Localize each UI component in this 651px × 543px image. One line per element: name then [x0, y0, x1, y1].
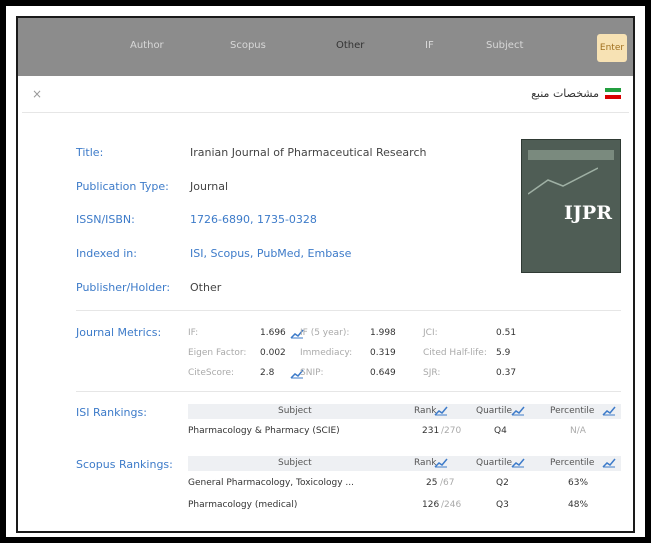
issn-label: ISSN/ISBN: [76, 213, 135, 226]
iran-flag-icon [605, 88, 621, 99]
isi-rank-total: /270 [441, 426, 462, 436]
toolbar-subject-select[interactable]: Subject [486, 40, 523, 51]
scopus-subject-1: General Pharmacology, Toxicology ... [188, 478, 354, 488]
isi-subject-header: Subject [278, 406, 312, 416]
toolbar-other[interactable]: Other [336, 40, 364, 51]
metric-value: 0.649 [370, 368, 396, 378]
metric-value: 0.51 [496, 328, 517, 338]
scopus-percentile-header[interactable]: Percentile [550, 458, 594, 468]
metric-value: 1.696 [260, 328, 286, 338]
scopus-subject-2: Pharmacology (medical) [188, 500, 298, 510]
metric-label: Eigen Factor: [188, 348, 247, 358]
metrics-label: Journal Metrics: [76, 326, 162, 339]
isi-percentile: N/A [570, 426, 586, 436]
screen: Author Scopus Other IF Subject Enter × م… [16, 16, 635, 533]
scopus-rank-total-1: /67 [440, 478, 455, 488]
isi-quartile-chart-icon[interactable] [511, 406, 525, 416]
pubtype-label: Publication Type: [76, 180, 169, 193]
outer-frame: Author Scopus Other IF Subject Enter × م… [0, 0, 651, 543]
toolbar-scopus[interactable]: Scopus [230, 40, 266, 51]
scopus-quartile-chart-icon[interactable] [511, 458, 525, 468]
isi-percentile-header[interactable]: Percentile [550, 406, 594, 416]
scopus-rank-total-2: /246 [441, 500, 462, 510]
metric-label: CiteScore: [188, 368, 235, 378]
source-details-modal: × مشخصات منبع Title: Iranian Journal of … [22, 76, 629, 531]
publisher-value: Other [190, 281, 222, 294]
title-label: Title: [76, 146, 104, 159]
toolbar-if-select[interactable]: IF [425, 40, 434, 51]
pubtype-value: Journal [190, 180, 229, 193]
scopus-percentile-chart-icon[interactable] [602, 458, 616, 468]
scopus-quartile-2: Q3 [496, 500, 509, 510]
divider [76, 391, 621, 392]
isi-table-header: Subject Rank Quartile Percentile [188, 404, 621, 419]
scopus-subject-header: Subject [278, 458, 312, 468]
scopus-label: Scopus Rankings: [76, 458, 173, 471]
toolbar-author[interactable]: Author [130, 40, 164, 51]
metric-label: JCI: [423, 328, 438, 338]
divider [76, 310, 621, 311]
scopus-percentile-2: 48% [568, 500, 589, 510]
metric-label: Immediacy: [300, 348, 353, 358]
scopus-rank-chart-icon[interactable] [434, 458, 448, 468]
indexed-label: Indexed in: [76, 247, 137, 260]
metric-label: IF (5 year): [300, 328, 350, 338]
isi-subject: Pharmacology & Pharmacy (SCIE) [188, 426, 340, 436]
modal-header: × مشخصات منبع [22, 76, 629, 113]
metric-label: SNIP: [300, 368, 324, 378]
search-toolbar: Author Scopus Other IF Subject Enter [18, 18, 633, 76]
scopus-quartile-1: Q2 [496, 478, 509, 488]
modal-title: مشخصات منبع [531, 87, 599, 100]
isi-rank-chart-icon[interactable] [434, 406, 448, 416]
scopus-quartile-header[interactable]: Quartile [476, 458, 512, 468]
search-button[interactable]: Enter [597, 34, 627, 62]
scopus-rank-2: 126 [422, 500, 440, 510]
isi-quartile: Q4 [494, 426, 507, 436]
scopus-table-header: Subject Rank Quartile Percentile [188, 456, 621, 471]
indexed-links[interactable]: ISI, Scopus, PubMed, Embase [190, 247, 351, 260]
isi-rank: 231 [422, 426, 440, 436]
metric-label: IF: [188, 328, 199, 338]
scopus-rank-1: 25 [426, 478, 438, 488]
isi-quartile-header[interactable]: Quartile [476, 406, 512, 416]
scopus-percentile-1: 63% [568, 478, 589, 488]
metric-value: 0.002 [260, 348, 286, 358]
metric-value: 1.998 [370, 328, 396, 338]
journal-cover-image: IJPR [521, 139, 621, 273]
metric-value: 0.319 [370, 348, 396, 358]
metric-value: 2.8 [260, 368, 275, 378]
close-icon[interactable]: × [32, 87, 42, 101]
isi-percentile-chart-icon[interactable] [602, 406, 616, 416]
metric-label: Cited Half-life: [423, 348, 487, 358]
cover-title: IJPR [564, 202, 612, 224]
issn-link[interactable]: 1726-6890, 1735-0328 [190, 213, 317, 226]
metric-value: 5.9 [496, 348, 511, 358]
title-value: Iranian Journal of Pharmaceutical Resear… [190, 146, 427, 159]
metric-label: SJR: [423, 368, 441, 378]
metric-value: 0.37 [496, 368, 517, 378]
publisher-label: Publisher/Holder: [76, 281, 171, 294]
isi-label: ISI Rankings: [76, 406, 147, 419]
